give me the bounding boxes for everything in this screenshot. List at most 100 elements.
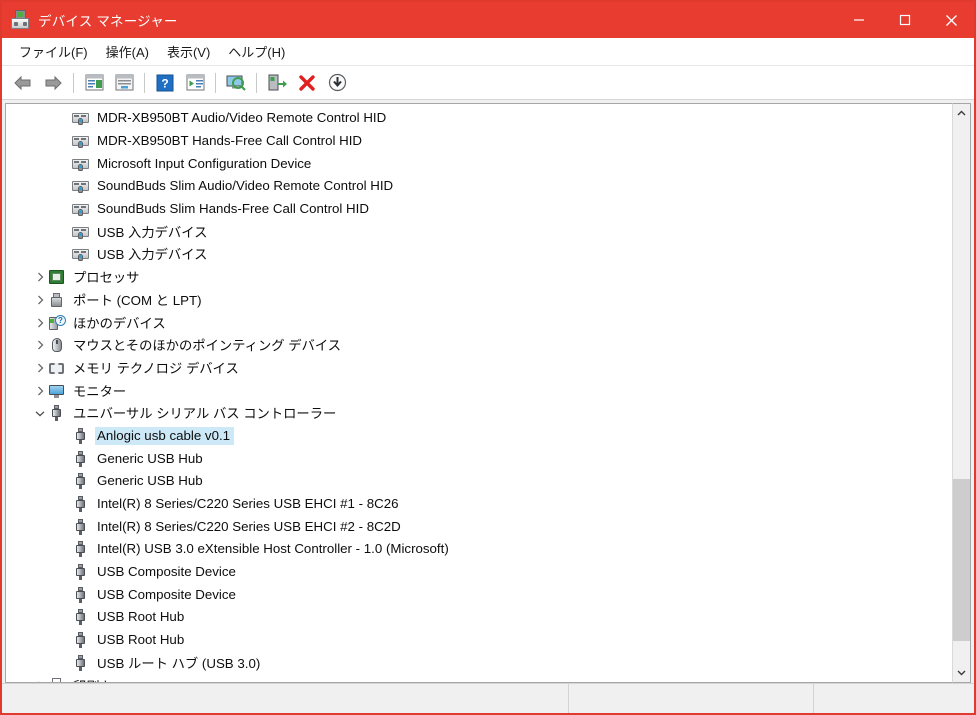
tree-item[interactable]: USB Root Hub: [6, 629, 952, 652]
tree-item-label: メモリ テクノロジ デバイス: [73, 360, 239, 376]
chevron-right-icon[interactable]: [32, 363, 48, 373]
update-driver-icon[interactable]: [262, 69, 292, 97]
tree-item[interactable]: Generic USB Hub: [6, 470, 952, 493]
tree-item[interactable]: プロセッサ: [6, 266, 952, 289]
scrollbar-thumb[interactable]: [953, 479, 970, 642]
toolbar-separator-3: [215, 72, 216, 93]
tree-item[interactable]: USB 入力デバイス: [6, 243, 952, 266]
chevron-right-icon[interactable]: [32, 386, 48, 396]
menu-help[interactable]: ヘルプ(H): [219, 39, 294, 64]
chevron-right-icon[interactable]: [32, 681, 48, 682]
scroll-down-arrow[interactable]: [953, 663, 970, 682]
chevron-right-icon[interactable]: [32, 295, 48, 305]
tree-item[interactable]: メモリ テクノロジ デバイス: [6, 357, 952, 380]
forward-icon[interactable]: [38, 69, 68, 97]
tree-item[interactable]: ? ほかのデバイス: [6, 311, 952, 334]
hid-device-icon: [72, 156, 89, 172]
tree-item-label: USB 入力デバイス: [97, 247, 208, 263]
back-icon[interactable]: [8, 69, 38, 97]
usb-icon: [72, 427, 89, 444]
device-tree[interactable]: MDR-XB950BT Audio/Video Remote Control H…: [6, 104, 952, 682]
menu-file[interactable]: ファイル(F): [10, 39, 97, 64]
disable-device-icon[interactable]: [322, 69, 352, 97]
tree-item-label: ポート (COM と LPT): [73, 292, 202, 308]
tree-item[interactable]: USB Root Hub: [6, 606, 952, 629]
show-hide-action-pane-icon[interactable]: [180, 69, 210, 97]
tree-item[interactable]: ユニバーサル シリアル バス コントローラー: [6, 402, 952, 425]
hid-device-icon: [72, 110, 89, 126]
mouse-icon: [48, 337, 65, 353]
toolbar-separator-1: [73, 72, 74, 93]
tree-item-label: プロセッサ: [73, 270, 140, 286]
tree-item-label: MDR-XB950BT Hands-Free Call Control HID: [97, 133, 363, 149]
tree-item-label: Generic USB Hub: [97, 473, 203, 489]
tree-item[interactable]: マウスとそのほかのポインティング デバイス: [6, 334, 952, 357]
tree-item-label: SoundBuds Slim Audio/Video Remote Contro…: [97, 178, 394, 194]
status-cell-3: [813, 684, 974, 713]
port-icon: [48, 292, 65, 308]
chevron-right-icon[interactable]: [32, 340, 48, 350]
tree-item-label: ユニバーサル シリアル バス コントローラー: [73, 406, 337, 422]
tree-item-label: Microsoft Input Configuration Device: [97, 155, 312, 171]
scroll-up-arrow[interactable]: [953, 104, 970, 123]
window-title: デバイス マネージャー: [38, 14, 178, 29]
vertical-scrollbar[interactable]: [952, 103, 971, 683]
device-tree-panel: MDR-XB950BT Audio/Video Remote Control H…: [5, 103, 952, 683]
processor-icon: [48, 269, 65, 285]
usb-icon: [72, 632, 89, 649]
tree-item[interactable]: USB ルート ハブ (USB 3.0): [6, 652, 952, 675]
tree-item-label: Intel(R) 8 Series/C220 Series USB EHCI #…: [97, 496, 399, 512]
scrollbar-track[interactable]: [953, 123, 970, 663]
usb-icon: [72, 654, 89, 671]
tree-item[interactable]: Microsoft Input Configuration Device: [6, 152, 952, 175]
chevron-right-icon[interactable]: [32, 318, 48, 328]
usb-icon: [72, 586, 89, 603]
other-device-icon: ?: [48, 314, 66, 331]
toolbar-separator-2: [144, 72, 145, 93]
tree-item[interactable]: モニター: [6, 379, 952, 402]
title-bar: デバイス マネージャー: [2, 2, 974, 38]
maximize-button[interactable]: [882, 2, 928, 38]
tree-item[interactable]: SoundBuds Slim Audio/Video Remote Contro…: [6, 175, 952, 198]
tree-item[interactable]: Generic USB Hub: [6, 447, 952, 470]
menu-view[interactable]: 表示(V): [158, 39, 219, 64]
chevron-right-icon[interactable]: [32, 272, 48, 282]
chevron-down-icon[interactable]: [32, 410, 48, 417]
menu-action[interactable]: 操作(A): [97, 39, 158, 64]
close-button[interactable]: [928, 2, 974, 38]
help-icon[interactable]: ?: [150, 69, 180, 97]
tree-item[interactable]: Intel(R) 8 Series/C220 Series USB EHCI #…: [6, 515, 952, 538]
tree-item[interactable]: Anlogic usb cable v0.1: [6, 425, 952, 448]
minimize-button[interactable]: [836, 2, 882, 38]
tree-item-label: USB Root Hub: [97, 609, 185, 625]
tree-item[interactable]: MDR-XB950BT Hands-Free Call Control HID: [6, 130, 952, 153]
tree-item[interactable]: ポート (COM と LPT): [6, 289, 952, 312]
uninstall-device-icon[interactable]: [292, 69, 322, 97]
tree-item[interactable]: SoundBuds Slim Hands-Free Call Control H…: [6, 198, 952, 221]
tree-item[interactable]: Intel(R) USB 3.0 eXtensible Host Control…: [6, 538, 952, 561]
usb-icon: [72, 609, 89, 626]
scan-for-hardware-changes-icon[interactable]: [221, 69, 251, 97]
tree-item-label: Intel(R) 8 Series/C220 Series USB EHCI #…: [97, 518, 401, 534]
hid-device-icon: [72, 133, 89, 149]
tree-item-label: ほかのデバイス: [73, 315, 166, 331]
tree-item[interactable]: MDR-XB950BT Audio/Video Remote Control H…: [6, 107, 952, 130]
status-cell-2: [568, 684, 813, 713]
tree-item-label: USB ルート ハブ (USB 3.0): [97, 655, 261, 671]
tree-item[interactable]: Intel(R) 8 Series/C220 Series USB EHCI #…: [6, 493, 952, 516]
tree-item-label: USB Composite Device: [97, 564, 236, 580]
tree-item-label: 印刷キュー: [71, 675, 143, 682]
hid-device-icon: [72, 178, 89, 194]
usb-icon: [72, 564, 89, 581]
tree-item[interactable]: USB Composite Device: [6, 583, 952, 606]
hid-device-icon: [72, 201, 89, 217]
usb-icon: [72, 496, 89, 513]
hid-device-icon: [72, 246, 89, 262]
tree-item[interactable]: 印刷キュー: [6, 674, 952, 682]
device-manager-icon: [10, 10, 30, 30]
tree-item[interactable]: USB 入力デバイス: [6, 220, 952, 243]
tree-item[interactable]: USB Composite Device: [6, 561, 952, 584]
properties-icon[interactable]: [109, 69, 139, 97]
show-hide-console-tree-icon[interactable]: [79, 69, 109, 97]
toolbar: ?: [2, 66, 974, 100]
